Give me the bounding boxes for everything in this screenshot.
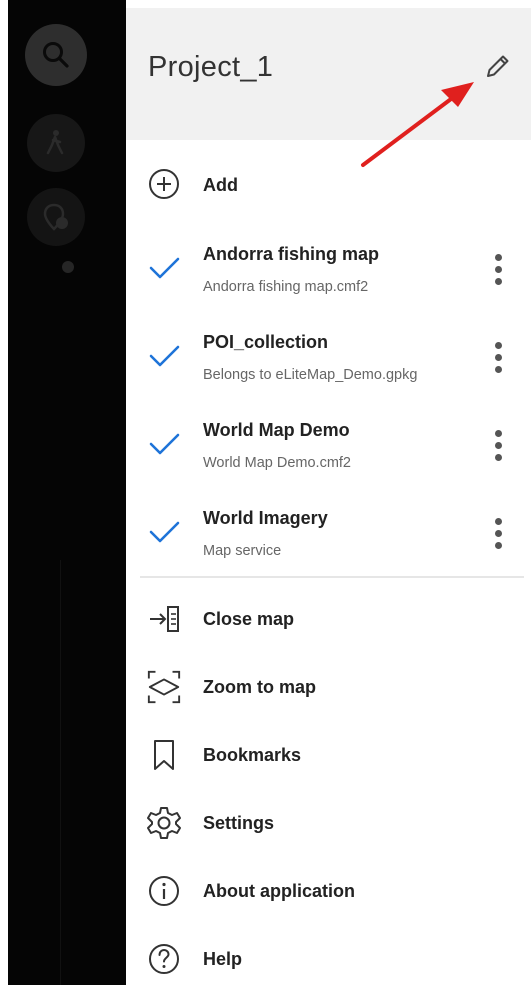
gear-icon <box>146 805 182 841</box>
info-icon <box>146 873 182 909</box>
layer-title: Andorra fishing map <box>203 244 380 264</box>
about-application-label: About application <box>203 881 355 901</box>
settings-button[interactable]: Settings <box>126 803 531 843</box>
close-map-label: Close map <box>203 609 295 629</box>
layer-subtitle: Belongs to eLiteMap_Demo.gpkg <box>203 367 418 383</box>
map-walk-route-button[interactable] <box>27 114 85 172</box>
layer-more-icon[interactable] <box>484 249 512 289</box>
pencil-icon <box>487 55 509 77</box>
about-application-button[interactable]: About application <box>126 871 531 911</box>
project-title: Project_1 <box>148 51 274 83</box>
map-edge <box>0 0 8 985</box>
map-search-button[interactable] <box>25 24 87 86</box>
check-icon[interactable] <box>146 426 182 462</box>
help-label: Help <box>203 949 243 969</box>
layer-more-icon[interactable] <box>484 425 512 465</box>
bookmarks-label: Bookmarks <box>203 745 302 765</box>
settings-label: Settings <box>203 813 275 833</box>
walk-route-icon <box>46 130 64 155</box>
map-road-line <box>60 560 61 985</box>
section-divider <box>140 576 524 578</box>
add-label: Add <box>203 175 238 195</box>
layer-title: World Map Demo <box>203 420 350 440</box>
search-icon <box>43 42 69 68</box>
layer-title: World Imagery <box>203 508 328 528</box>
layer-row[interactable]: POI_collection Belongs to eLiteMap_Demo.… <box>126 324 531 394</box>
layer-row[interactable]: World Imagery Map service <box>126 500 531 570</box>
map-background <box>0 0 126 985</box>
layer-subtitle: Andorra fishing map.cmf2 <box>203 279 369 295</box>
check-icon[interactable] <box>146 250 182 286</box>
close-map-button[interactable]: Close map <box>126 599 531 639</box>
plus-circle-icon <box>146 166 182 202</box>
check-icon[interactable] <box>146 338 182 374</box>
layer-more-icon[interactable] <box>484 337 512 377</box>
zoom-to-map-button[interactable]: Zoom to map <box>126 667 531 707</box>
drawer-header: Project_1 <box>126 8 531 140</box>
zoom-to-map-icon <box>146 669 182 705</box>
help-icon <box>146 941 182 977</box>
add-layer-button[interactable]: Add <box>126 164 531 206</box>
layer-title: POI_collection <box>203 332 329 352</box>
add-poi-icon <box>43 203 68 231</box>
map-location-dot <box>62 261 74 273</box>
layer-more-icon[interactable] <box>484 513 512 553</box>
edit-project-button[interactable] <box>478 46 518 86</box>
drawer-top-strip <box>126 0 531 8</box>
map-add-poi-button[interactable] <box>27 188 85 246</box>
layer-row[interactable]: Andorra fishing map Andorra fishing map.… <box>126 236 531 306</box>
bookmark-icon <box>146 737 182 773</box>
layer-subtitle: Map service <box>203 543 282 559</box>
project-drawer: Project_1 Add Andorra fishing map Andorr… <box>126 0 531 985</box>
zoom-to-map-label: Zoom to map <box>203 677 316 697</box>
close-map-icon <box>146 601 182 637</box>
check-icon[interactable] <box>146 514 182 550</box>
layer-subtitle: World Map Demo.cmf2 <box>203 455 351 471</box>
help-button[interactable]: Help <box>126 939 531 979</box>
layer-row[interactable]: World Map Demo World Map Demo.cmf2 <box>126 412 531 482</box>
bookmarks-button[interactable]: Bookmarks <box>126 735 531 775</box>
